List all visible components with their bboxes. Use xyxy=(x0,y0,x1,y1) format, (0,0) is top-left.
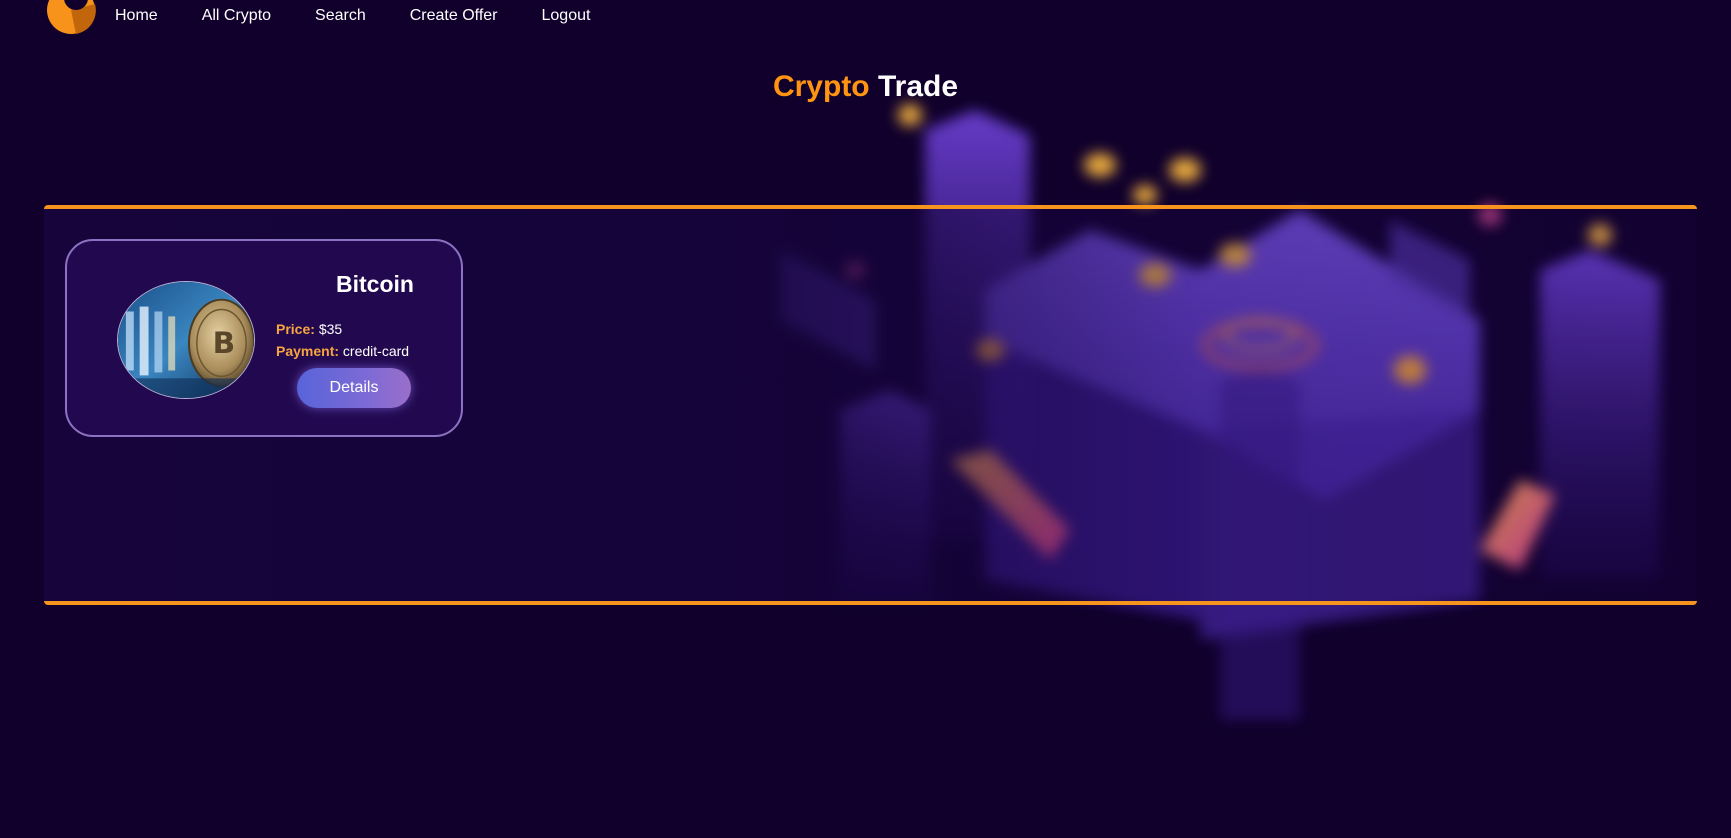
page-title-accent: Crypto xyxy=(772,70,870,103)
nav-links: Home All Crypto Search Create Offer Logo… xyxy=(115,7,634,25)
nav-create-offer[interactable]: Create Offer xyxy=(410,7,498,25)
crypto-catalog: B Bitcoin Price: $35 Payment: credit-car… xyxy=(44,205,1697,605)
page-title: Crypto Trade xyxy=(0,70,1731,104)
crypto-payment-row: Payment: credit-card xyxy=(276,343,409,359)
payment-value: credit-card xyxy=(342,343,410,359)
nav-home[interactable]: Home xyxy=(115,7,158,25)
crypto-card-title: Bitcoin xyxy=(336,271,414,297)
price-value: $35 xyxy=(318,321,343,337)
details-button[interactable]: Details xyxy=(297,368,411,408)
logo-graphic xyxy=(47,0,96,34)
page: Home All Crypto Search Create Offer Logo… xyxy=(0,0,1731,838)
crypto-logo-icon[interactable] xyxy=(46,0,96,36)
payment-label: Payment: xyxy=(276,343,340,359)
price-label: Price: xyxy=(276,321,315,337)
svg-text:B: B xyxy=(213,326,236,360)
bitcoin-coin-image: B xyxy=(117,281,255,399)
top-navbar: Home All Crypto Search Create Offer Logo… xyxy=(0,0,1731,34)
page-title-main: Trade xyxy=(877,70,959,103)
crypto-card: B Bitcoin Price: $35 Payment: credit-car… xyxy=(65,239,463,437)
nav-logout[interactable]: Logout xyxy=(542,7,591,25)
crypto-price-row: Price: $35 xyxy=(276,321,342,337)
nav-search[interactable]: Search xyxy=(315,7,366,25)
nav-all-crypto[interactable]: All Crypto xyxy=(202,7,271,25)
bitcoin-coin-graphic: B xyxy=(118,282,254,398)
